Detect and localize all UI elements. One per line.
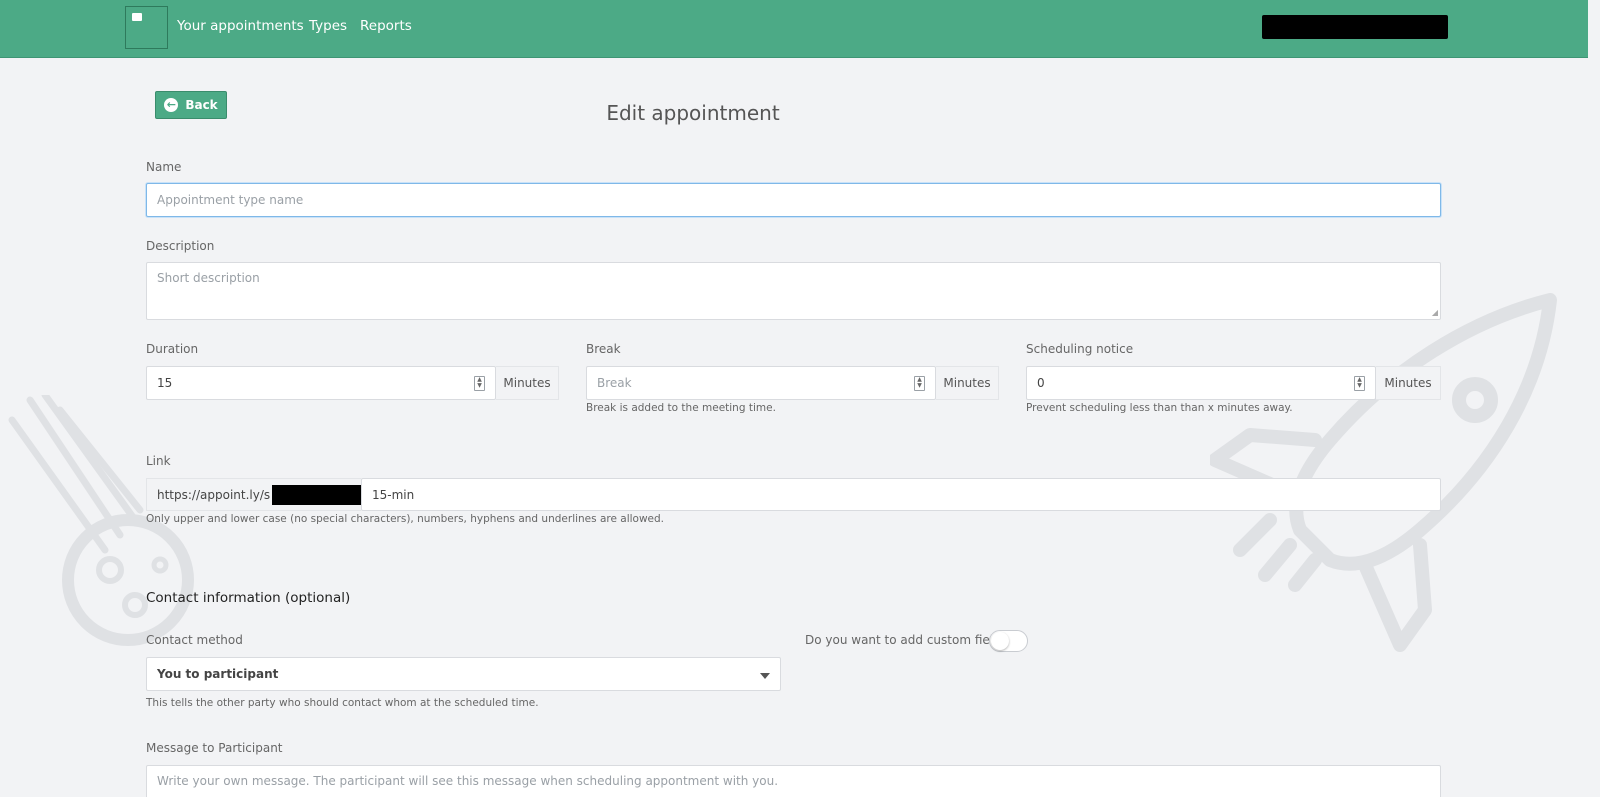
- link-slug-value: 15-min: [372, 487, 415, 502]
- link-help: Only upper and lower case (no special ch…: [146, 513, 665, 525]
- break-placeholder: Break: [597, 376, 632, 390]
- page-title: Edit appointment: [606, 101, 780, 125]
- custom-field-label: Do you want to add custom field?: [805, 633, 1008, 647]
- link-slug-input[interactable]: 15-min: [361, 478, 1441, 511]
- rocket-illustration: [1210, 293, 1557, 652]
- link-prefix-text: https://appoint.ly/s: [157, 487, 271, 502]
- user-menu-redacted[interactable]: [1262, 15, 1448, 39]
- top-navbar: Your appointments Types Reports: [0, 0, 1600, 58]
- comet-illustration: [8, 395, 194, 646]
- description-label: Description: [146, 239, 215, 253]
- duration-unit: Minutes: [496, 366, 559, 400]
- scheduling-notice-unit: Minutes: [1376, 366, 1441, 400]
- break-unit: Minutes: [936, 366, 999, 400]
- scheduling-notice-help: Prevent scheduling less than than x minu…: [1026, 402, 1293, 414]
- nav-reports[interactable]: Reports: [360, 18, 412, 34]
- duration-value: 15: [157, 376, 173, 390]
- description-textarea[interactable]: Short description ◢: [146, 262, 1441, 320]
- app-logo[interactable]: [125, 6, 168, 49]
- contact-method-select[interactable]: You to participant: [146, 657, 781, 691]
- break-input[interactable]: Break ▲ ▼: [586, 366, 936, 400]
- chevron-down-icon: [760, 673, 770, 679]
- number-spinner-icon[interactable]: ▲ ▼: [1354, 376, 1365, 391]
- scheduling-notice-label: Scheduling notice: [1026, 342, 1134, 356]
- description-placeholder: Short description: [157, 271, 260, 285]
- link-prefix: https://appoint.ly/s: [146, 478, 361, 511]
- contact-section-title: Contact information (optional): [146, 590, 351, 606]
- contact-method-label: Contact method: [146, 633, 243, 647]
- duration-input[interactable]: 15 ▲ ▼: [146, 366, 496, 400]
- contact-method-value: You to participant: [157, 667, 279, 681]
- message-placeholder: Write your own message. The participant …: [157, 774, 779, 788]
- nav-your-appointments[interactable]: Your appointments: [177, 18, 304, 34]
- logo-icon: [132, 13, 142, 21]
- custom-field-toggle[interactable]: [989, 630, 1028, 652]
- scheduling-notice-value: 0: [1037, 376, 1045, 390]
- number-spinner-icon[interactable]: ▲ ▼: [914, 376, 925, 391]
- scrollbar[interactable]: [1588, 0, 1600, 797]
- contact-method-help: This tells the other party who should co…: [146, 697, 539, 709]
- scheduling-notice-input[interactable]: 0 ▲ ▼: [1026, 366, 1376, 400]
- name-placeholder: Appointment type name: [157, 193, 304, 207]
- break-help: Break is added to the meeting time.: [586, 402, 776, 414]
- name-label: Name: [146, 160, 182, 174]
- message-textarea[interactable]: Write your own message. The participant …: [146, 765, 1441, 797]
- break-label: Break: [586, 342, 621, 356]
- duration-label: Duration: [146, 342, 199, 356]
- message-label: Message to Participant: [146, 741, 283, 755]
- toggle-knob: [991, 632, 1009, 650]
- name-input[interactable]: Appointment type name: [146, 183, 1441, 217]
- number-spinner-icon[interactable]: ▲ ▼: [474, 376, 485, 391]
- redacted-username: [272, 484, 361, 505]
- resize-grip-icon[interactable]: ◢: [1432, 308, 1438, 317]
- nav-types[interactable]: Types: [309, 18, 347, 34]
- link-label: Link: [146, 454, 171, 468]
